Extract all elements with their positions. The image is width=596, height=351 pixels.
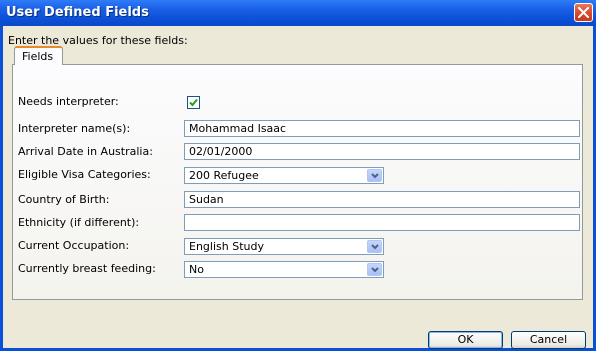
breast-feeding-value: No (189, 263, 204, 276)
arrival-date-field[interactable]: 02/01/2000 (184, 143, 580, 160)
ok-button[interactable]: OK (428, 331, 503, 349)
needs-interpreter-checkbox[interactable] (187, 96, 200, 109)
current-occupation-dropdown-button[interactable] (367, 240, 382, 253)
arrival-date-label: Arrival Date in Australia: (18, 145, 153, 158)
current-occupation-value: English Study (189, 240, 264, 253)
ethnicity-label: Ethnicity (if different): (18, 216, 140, 229)
cancel-button[interactable]: Cancel (511, 331, 586, 349)
visa-categories-dropdown-button[interactable] (367, 169, 382, 182)
chevron-down-icon (371, 267, 379, 273)
visa-categories-label: Eligible Visa Categories: (18, 168, 151, 181)
needs-interpreter-label: Needs interpreter: (18, 95, 119, 108)
interpreter-names-label: Interpreter name(s): (18, 122, 131, 135)
visa-categories-value: 200 Refugee (189, 169, 259, 182)
close-button[interactable] (574, 3, 593, 22)
chevron-down-icon (371, 173, 379, 179)
interpreter-names-value: Mohammad Isaac (189, 122, 287, 135)
current-occupation-select[interactable]: English Study (184, 238, 384, 255)
breast-feeding-select[interactable]: No (184, 261, 384, 278)
breast-feeding-dropdown-button[interactable] (367, 263, 382, 276)
breast-feeding-label: Currently breast feeding: (18, 262, 156, 275)
arrival-date-value: 02/01/2000 (189, 145, 253, 158)
interpreter-names-field[interactable]: Mohammad Isaac (184, 120, 580, 137)
checkmark-icon (189, 98, 198, 107)
title-bar[interactable]: User Defined Fields (0, 0, 596, 26)
country-of-birth-value: Sudan (189, 193, 224, 206)
tab-fields-label: Fields (22, 50, 54, 63)
visa-categories-select[interactable]: 200 Refugee (184, 167, 384, 184)
dialog-title: User Defined Fields (6, 5, 149, 20)
tab-fields[interactable]: Fields (14, 46, 63, 65)
current-occupation-label: Current Occupation: (18, 239, 130, 252)
country-of-birth-field[interactable]: Sudan (184, 191, 580, 208)
country-of-birth-label: Country of Birth: (18, 193, 110, 206)
chevron-down-icon (371, 244, 379, 250)
close-icon (578, 7, 589, 18)
ethnicity-field[interactable] (184, 214, 580, 231)
